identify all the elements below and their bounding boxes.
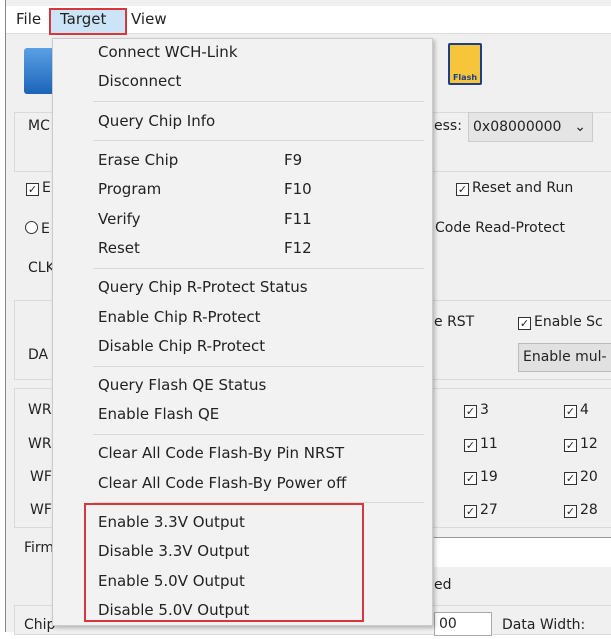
flash-icon[interactable]: Flash <box>448 43 482 85</box>
sector-label: 20 <box>580 469 598 485</box>
mcu-label: MC <box>28 118 50 134</box>
sector-checkbox[interactable]: ✓ 19 <box>464 469 498 485</box>
option-e-label: E <box>42 180 51 196</box>
sector-checkbox[interactable]: ✓ 27 <box>464 502 498 518</box>
menu-item-label: Clear All Code Flash-By Power off <box>98 474 347 492</box>
menu-item-clear-poweroff[interactable]: Clear All Code Flash-By Power off <box>98 470 428 496</box>
sector-label: 4 <box>580 402 589 418</box>
menu-view: View <box>131 10 167 28</box>
menu-item-label: Program <box>98 180 162 198</box>
chip-label: Chip <box>24 617 56 633</box>
menu-item-clear-nrst[interactable]: Clear All Code Flash-By Pin NRST <box>98 440 428 466</box>
menu-separator <box>93 140 424 141</box>
sector-checkbox[interactable]: ✓ 11 <box>464 436 498 452</box>
size-input[interactable]: 00 <box>434 612 492 636</box>
menu-item-program[interactable]: Program F10 <box>98 176 428 202</box>
menu-item-query-rprotect[interactable]: Query Chip R-Protect Status <box>98 274 428 300</box>
option-e-radio[interactable]: E <box>25 221 50 237</box>
address-label: ess: <box>434 118 462 134</box>
status-text: ed <box>434 577 452 593</box>
sector-label: 19 <box>480 469 498 485</box>
flash-icon-label: Flash <box>452 73 478 82</box>
menu-item-label: Clear All Code Flash-By Pin NRST <box>98 444 345 462</box>
menu-item-label: Verify <box>98 210 141 228</box>
radio-e-label: E <box>41 221 50 237</box>
menu-item-enable-qe[interactable]: Enable Flash QE <box>98 401 428 427</box>
rst-label: e RST <box>434 314 475 330</box>
menu-item-erase-chip[interactable]: Erase Chip F9 <box>98 147 428 173</box>
menu-separator <box>93 434 424 435</box>
sector-checkbox[interactable]: ✓ 4 <box>564 402 589 418</box>
power-output-highlight-box <box>84 503 364 622</box>
menu-item-label: Disconnect <box>98 72 182 90</box>
menu-item-label: Enable Chip R-Protect <box>98 308 261 326</box>
address-value: 0x08000000 <box>473 119 562 135</box>
sector-checkbox[interactable]: ✓ 12 <box>564 436 598 452</box>
menu-item-label: Erase Chip <box>98 151 179 169</box>
shortcut: F9 <box>284 151 303 169</box>
menu-item-label: Query Chip R-Protect Status <box>98 278 308 296</box>
code-read-protect-label[interactable]: Code Read-Protect <box>435 220 565 236</box>
da-label: DA <box>28 347 49 363</box>
menu-item-label: Reset <box>98 239 140 257</box>
menu-item-query-qe[interactable]: Query Flash QE Status <box>98 372 428 398</box>
address-combobox[interactable]: 0x08000000 ⌄ <box>468 112 593 142</box>
menu-item-reset[interactable]: Reset F12 <box>98 235 428 261</box>
option-e-checkbox[interactable]: ✓ E <box>26 180 51 196</box>
menu-separator <box>93 366 424 367</box>
shortcut: F10 <box>284 180 312 198</box>
sector-label: 28 <box>580 502 598 518</box>
enable-sc-checkbox[interactable]: ✓ Enable Sc <box>518 314 603 330</box>
menu-separator <box>93 101 424 102</box>
data-width-label: Data Width: <box>502 617 586 633</box>
menu-separator <box>93 268 424 269</box>
sector-checkbox[interactable]: ✓ 3 <box>464 402 489 418</box>
open-file-icon[interactable] <box>24 48 54 94</box>
menu-item-disconnect[interactable]: Disconnect <box>98 68 428 94</box>
menu-item-label: Enable Flash QE <box>98 405 220 423</box>
menu-item-label: Connect WCH-Link <box>98 43 238 61</box>
firmware-path-input[interactable] <box>434 537 611 567</box>
wr-label: WF <box>30 469 52 485</box>
menubar: File Target View <box>6 6 611 35</box>
reset-and-run-checkbox[interactable]: ✓ Reset and Run <box>456 180 573 196</box>
sector-label: 3 <box>480 402 489 418</box>
shortcut: F11 <box>284 210 312 228</box>
menu-item-enable-rprotect[interactable]: Enable Chip R-Protect <box>98 304 428 330</box>
reset-and-run-label: Reset and Run <box>472 180 574 196</box>
menu-item-verify[interactable]: Verify F11 <box>98 206 428 232</box>
menu-item-connect[interactable]: Connect WCH-Link <box>98 39 428 65</box>
wr-label: WR <box>28 436 52 452</box>
clk-label: CLK <box>28 260 55 276</box>
enable-mul-button[interactable]: Enable mul- <box>518 343 611 372</box>
sector-label: 27 <box>480 502 498 518</box>
shortcut: F12 <box>284 239 312 257</box>
sector-label: 11 <box>480 436 498 452</box>
sector-label: 12 <box>580 436 598 452</box>
menu-item-label: Query Chip Info <box>98 112 216 130</box>
menu-item-label: Query Flash QE Status <box>98 376 267 394</box>
menu-item-query-chip-info[interactable]: Query Chip Info <box>98 108 428 134</box>
firmware-label: Firm <box>24 540 55 556</box>
chevron-down-icon: ⌄ <box>574 119 586 135</box>
sector-checkbox[interactable]: ✓ 20 <box>564 469 598 485</box>
menu-item-label: Disable Chip R-Protect <box>98 337 266 355</box>
menu-target[interactable]: Target <box>60 10 106 28</box>
sector-checkbox[interactable]: ✓ 28 <box>564 502 598 518</box>
menu-file[interactable]: File <box>16 10 41 28</box>
wr-label: WF <box>30 502 52 518</box>
wr-label: WR <box>28 402 52 418</box>
menu-item-disable-rprotect[interactable]: Disable Chip R-Protect <box>98 333 428 359</box>
enable-sc-label: Enable Sc <box>534 314 603 330</box>
